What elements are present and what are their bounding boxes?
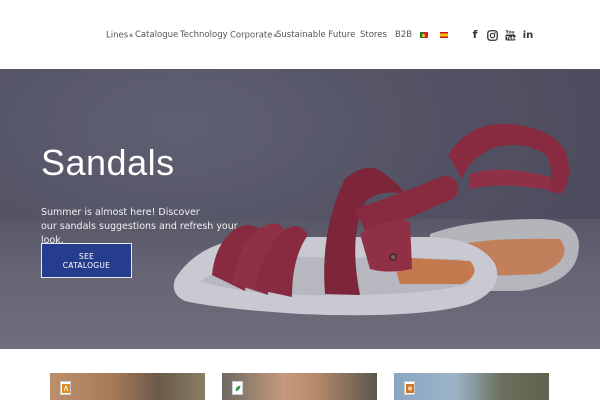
linkedin-icon[interactable]: in	[522, 29, 534, 41]
nav-item-label: Lines	[106, 30, 129, 41]
teaser-card-2[interactable]	[222, 373, 377, 400]
nav-item-sustainable-future[interactable]: Sustainable Future	[276, 29, 355, 41]
button-label-line: CATALOGUE	[62, 260, 111, 270]
nav-item-label: Stores	[360, 30, 387, 40]
facebook-icon[interactable]: f	[469, 29, 481, 41]
nav-item-label: Catalogue	[135, 30, 179, 40]
nav-item-b2b[interactable]: B2B	[395, 29, 412, 41]
hero-title: Sandals	[41, 142, 175, 183]
nav-item-catalogue[interactable]: Catalogue	[135, 29, 178, 41]
line-badge-icon	[60, 381, 71, 395]
nav-item-label: Technology	[180, 30, 228, 40]
hero-description: Summer is almost here! Discover our sand…	[41, 206, 261, 248]
flag-spain-icon[interactable]	[440, 32, 448, 38]
flag-portugal-icon[interactable]	[420, 32, 428, 38]
hero-banner: Sandals Summer is almost here! Discover …	[0, 69, 600, 349]
nav-item-lines[interactable]: Lines▲	[106, 29, 133, 42]
nav-item-technology[interactable]: Technology	[180, 29, 228, 41]
site-header: Lines▲ Catalogue Technology Corporate▲ S…	[0, 0, 600, 69]
teaser-card-1[interactable]	[50, 373, 205, 400]
instagram-icon[interactable]	[486, 29, 498, 41]
nav-item-label: Corporate	[230, 30, 273, 41]
nav-item-label: Sustainable Future	[276, 30, 356, 40]
hero-text-line: Summer is almost here! Discover	[41, 207, 200, 218]
svg-text:Tube: Tube	[506, 35, 516, 40]
nav-item-label: B2B	[395, 30, 413, 40]
youtube-icon[interactable]: You Tube	[504, 29, 516, 41]
leaf-badge-icon	[232, 381, 243, 395]
pattern-badge-icon	[404, 381, 415, 395]
nav-item-stores[interactable]: Stores	[360, 29, 387, 41]
button-label-line: SEE	[78, 251, 95, 261]
dropdown-caret-icon: ▲	[129, 32, 134, 38]
teaser-card-3[interactable]	[394, 373, 549, 400]
nav-item-corporate[interactable]: Corporate▲	[230, 29, 277, 42]
see-catalogue-button[interactable]: SEE CATALOGUE	[41, 243, 132, 278]
